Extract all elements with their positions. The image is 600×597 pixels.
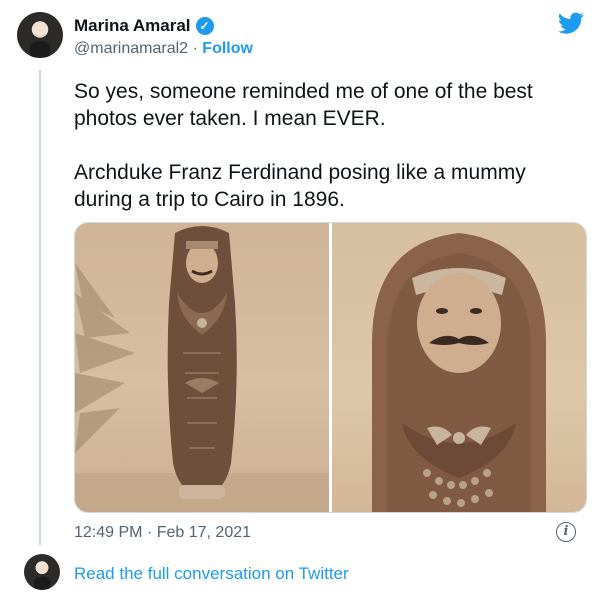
photo-close-up-mummy[interactable] (332, 223, 586, 512)
author-name[interactable]: Marina Amaral (74, 16, 191, 36)
author-handle[interactable]: @marinamaral2 (74, 40, 188, 57)
tweet-paragraph: Archduke Franz Ferdinand posing like a m… (74, 161, 526, 211)
thread-line (39, 70, 41, 545)
mummy-close-up-illustration (372, 233, 546, 512)
info-icon[interactable]: i (556, 522, 576, 542)
verified-badge-icon: ✓ (195, 17, 214, 35)
tweet-timestamp[interactable]: 12:49 PM · Feb 17, 2021 (74, 524, 251, 542)
tweet-paragraph: So yes, someone reminded me of one of th… (74, 80, 533, 130)
twitter-bird-icon[interactable] (558, 10, 584, 36)
reply-avatar[interactable] (24, 554, 60, 590)
read-full-conversation-link[interactable]: Read the full conversation on Twitter (74, 564, 349, 584)
timestamp-separator: · (146, 524, 153, 541)
tweet-time: 12:49 PM (74, 524, 143, 541)
author-name-row: Marina Amaral ✓ (74, 16, 214, 36)
tweet-media[interactable] (74, 222, 587, 513)
author-handle-row: @marinamaral2 · Follow (74, 40, 253, 58)
author-avatar[interactable] (17, 12, 63, 58)
tweet-text: So yes, someone reminded me of one of th… (74, 78, 584, 240)
photo-full-length-mummy[interactable] (75, 223, 329, 512)
tweet-embed-card: Marina Amaral ✓ @marinamaral2 · Follow S… (0, 0, 600, 597)
follow-button[interactable]: Follow (202, 40, 253, 57)
tweet-date: Feb 17, 2021 (156, 524, 252, 541)
mummy-full-length-illustration (75, 226, 329, 512)
handle-separator: · (192, 40, 198, 57)
